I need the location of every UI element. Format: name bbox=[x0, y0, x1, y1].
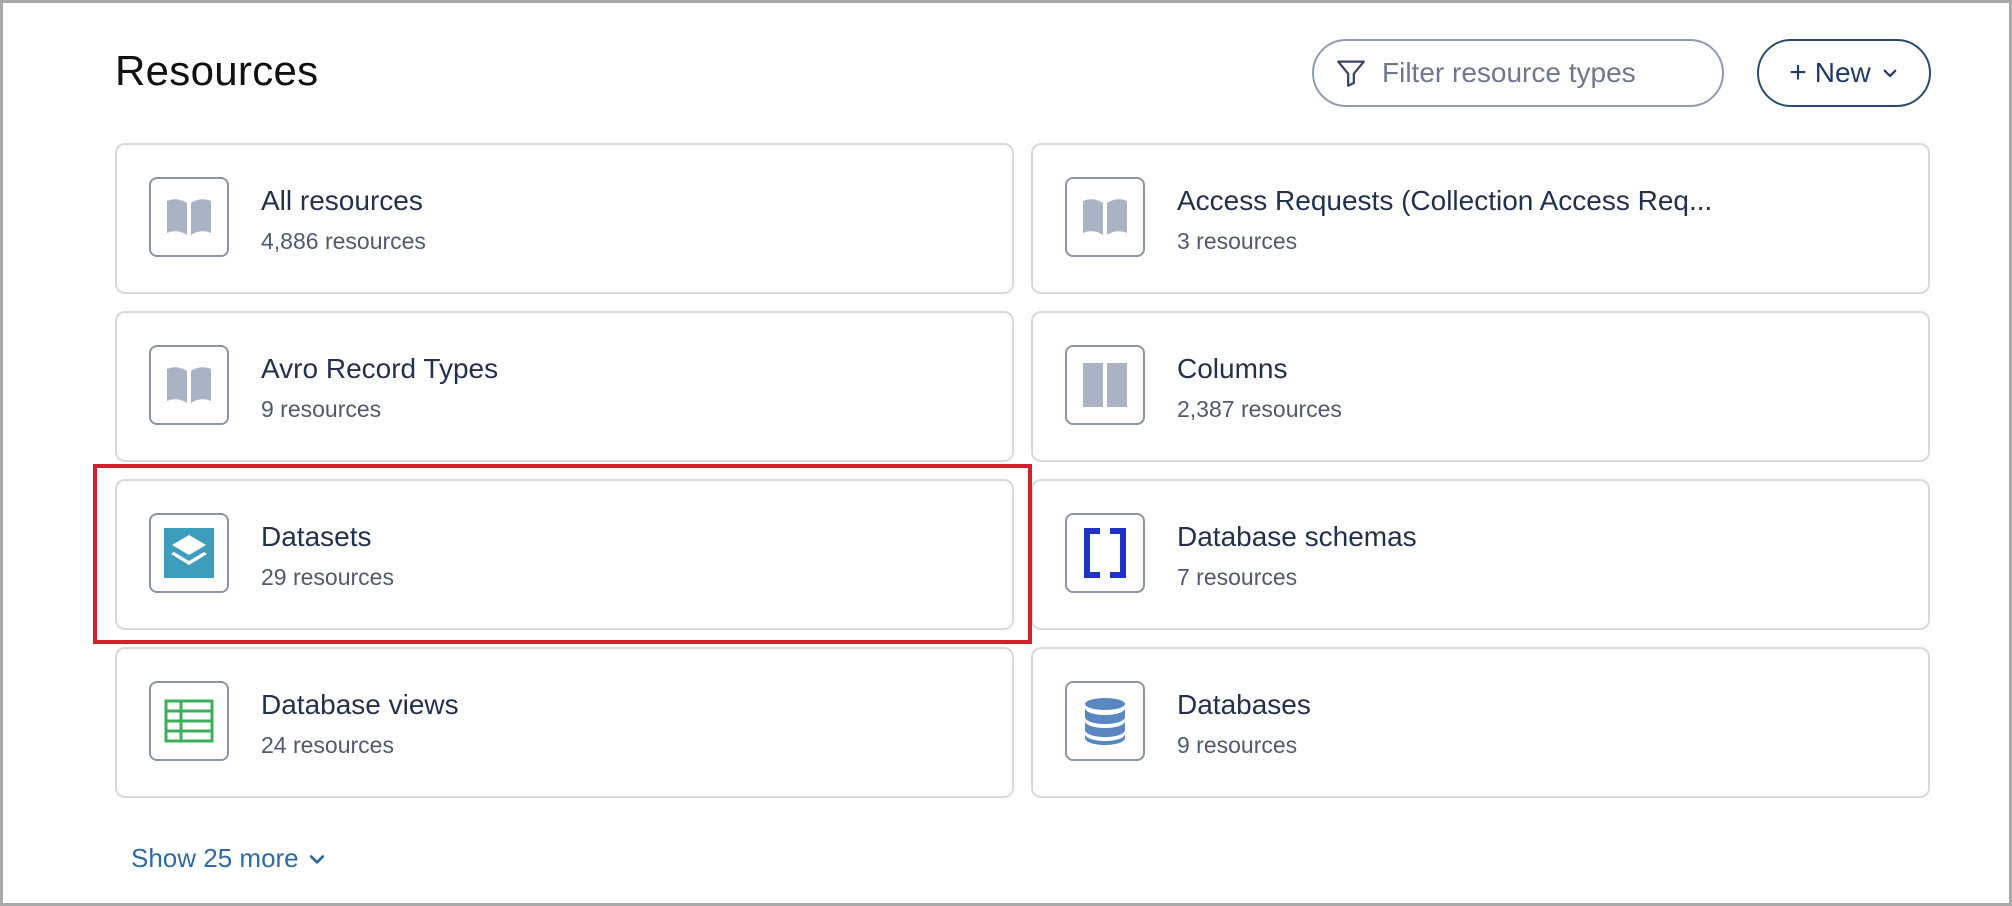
filter-input[interactable] bbox=[1382, 57, 1702, 89]
resource-card-access-requests[interactable]: Access Requests (Collection Access Req..… bbox=[1031, 143, 1930, 294]
columns-icon bbox=[1065, 345, 1145, 425]
book-icon bbox=[149, 345, 229, 425]
resource-card-database-schemas[interactable]: Database schemas 7 resources bbox=[1031, 479, 1930, 630]
book-icon bbox=[149, 177, 229, 257]
chevron-down-icon bbox=[1883, 69, 1897, 78]
resource-card-name: Datasets bbox=[261, 521, 372, 552]
resource-card-count: 29 resources bbox=[261, 564, 394, 590]
resource-card-name: Databases bbox=[1177, 689, 1311, 720]
resource-card-count: 7 resources bbox=[1177, 564, 1298, 590]
layers-icon bbox=[149, 513, 229, 593]
new-button[interactable]: + New bbox=[1757, 39, 1931, 107]
page-frame: Resources + New All resources 4,886 reso… bbox=[0, 0, 2012, 906]
resource-card-count: 9 resources bbox=[1177, 732, 1298, 758]
resource-card-count: 9 resources bbox=[261, 396, 382, 422]
table-grid-icon bbox=[149, 681, 229, 761]
resource-card-name: Database views bbox=[261, 689, 459, 720]
resource-card-count: 4,886 resources bbox=[261, 228, 426, 254]
chevron-down-icon bbox=[309, 854, 324, 864]
filter-input-container[interactable] bbox=[1312, 39, 1724, 107]
plus-icon: + bbox=[1789, 56, 1807, 89]
resource-card-count: 3 resources bbox=[1177, 228, 1298, 254]
resource-card-datasets[interactable]: Datasets 29 resources bbox=[115, 479, 1014, 630]
new-button-label: New bbox=[1814, 57, 1871, 88]
resource-card-all-resources[interactable]: All resources 4,886 resources bbox=[115, 143, 1014, 294]
filter-funnel-icon bbox=[1337, 60, 1365, 87]
resource-card-count: 2,387 resources bbox=[1177, 396, 1342, 422]
show-more-label: Show 25 more bbox=[131, 843, 299, 873]
book-icon bbox=[1065, 177, 1145, 257]
resource-card-name: All resources bbox=[261, 185, 423, 216]
resource-card-name: Access Requests (Collection Access Req..… bbox=[1177, 185, 1713, 216]
show-more-link[interactable]: Show 25 more bbox=[131, 843, 327, 874]
resource-card-name: Avro Record Types bbox=[261, 353, 499, 384]
resource-card-name: Database schemas bbox=[1177, 521, 1417, 552]
database-icon bbox=[1065, 681, 1145, 761]
resource-card-name: Columns bbox=[1177, 353, 1288, 384]
resource-card-count: 24 resources bbox=[261, 732, 394, 758]
resource-card-databases[interactable]: Databases 9 resources bbox=[1031, 647, 1930, 798]
resource-card-columns[interactable]: Columns 2,387 resources bbox=[1031, 311, 1930, 462]
brackets-icon bbox=[1065, 513, 1145, 593]
resource-card-database-views[interactable]: Database views 24 resources bbox=[115, 647, 1014, 798]
page-title: Resources bbox=[115, 47, 319, 94]
resource-card-avro-record-types[interactable]: Avro Record Types 9 resources bbox=[115, 311, 1014, 462]
